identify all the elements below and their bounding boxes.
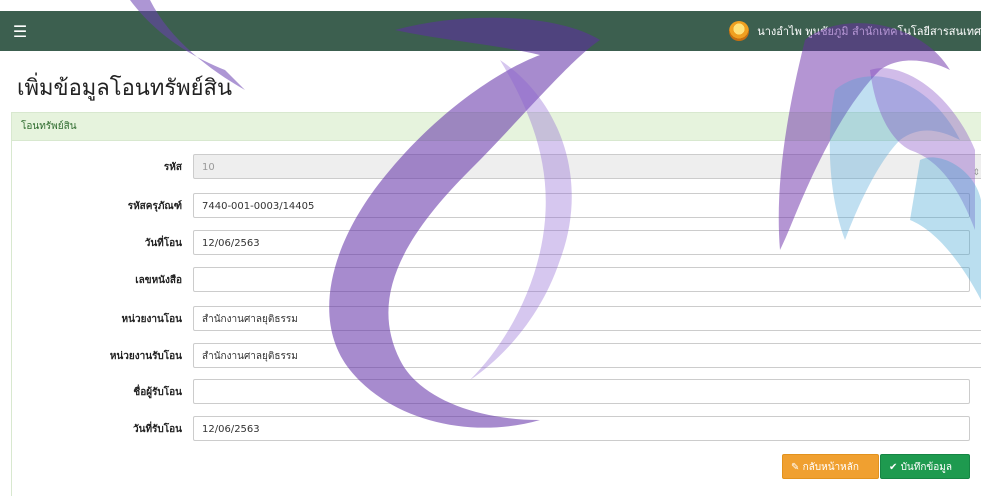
code-label: รหัส (163, 162, 182, 173)
form-row-to-unit: หน่วยงานรับโอน สำนักงานศาลยุติธรรม (12, 343, 981, 370)
form-row-equipment-code: รหัสครุภัณฑ์ 7440-001-0003/14405 (12, 193, 981, 220)
back-to-main-button[interactable]: ✎ กลับหน้าหลัก (782, 454, 879, 479)
edit-icon: ✎ (791, 462, 800, 473)
receive-date-label: วันที่รับโอน (133, 424, 182, 435)
to-unit-label: หน่วยงานรับโอน (109, 351, 182, 362)
from-unit-select[interactable]: สำนักงานศาลยุติธรรม (193, 306, 981, 331)
receive-date-input[interactable]: 12/06/2563 (193, 416, 970, 441)
transfer-panel: โอนทรัพย์สิน รหัส 10 ⇕ รหัสครุภัณฑ์ 7440… (11, 112, 981, 496)
form-row-receive-date: วันที่รับโอน 12/06/2563 (12, 416, 981, 443)
page-title: เพิ่มข้อมูลโอนทรัพย์สิน (17, 76, 233, 101)
avatar (729, 21, 750, 41)
from-unit-label: หน่วยงานโอน (121, 314, 182, 325)
receiver-name-label: ชื่อผู้รับโอน (133, 387, 182, 398)
equipment-code-input[interactable]: 7440-001-0003/14405 (193, 193, 970, 218)
code-input[interactable]: 10 ⇕ (193, 154, 981, 179)
top-navbar: ☰ นางอำไพ พูนชัยภูมิ สำนักเทคโนโลยีสารสน… (0, 11, 981, 51)
transfer-date-input[interactable]: 12/06/2563 (193, 230, 970, 255)
user-menu[interactable]: นางอำไพ พูนชัยภูมิ สำนักเทคโนโลยีสารสนเท… (729, 11, 981, 51)
hamburger-icon: ☰ (12, 21, 28, 41)
form-row-transfer-date: วันที่โอน 12/06/2563 (12, 230, 981, 257)
panel-heading: โอนทรัพย์สิน (12, 113, 981, 141)
user-name: นางอำไพ พูนชัยภูมิ สำนักเทคโนโลยีสารสนเท… (757, 25, 981, 38)
form-row-document-no: เลขหนังสือ (12, 267, 981, 294)
document-no-input[interactable] (193, 267, 970, 292)
hamburger-menu-button[interactable]: ☰ (0, 11, 40, 51)
document-no-label: เลขหนังสือ (135, 275, 182, 286)
form-row-receiver-name: ชื่อผู้รับโอน (12, 379, 981, 406)
transfer-date-label: วันที่โอน (144, 238, 182, 249)
equipment-code-label: รหัสครุภัณฑ์ (127, 201, 182, 212)
form-row-code: รหัส 10 ⇕ (12, 154, 981, 181)
to-unit-select[interactable]: สำนักงานศาลยุติธรรม (193, 343, 981, 368)
save-button[interactable]: ✔ บันทึกข้อมูล (880, 454, 970, 479)
form-row-from-unit: หน่วยงานโอน สำนักงานศาลยุติธรรม (12, 306, 981, 333)
spinner-arrows-icon[interactable]: ⇕ (972, 161, 980, 186)
check-icon: ✔ (889, 462, 898, 473)
receiver-name-input[interactable] (193, 379, 970, 404)
